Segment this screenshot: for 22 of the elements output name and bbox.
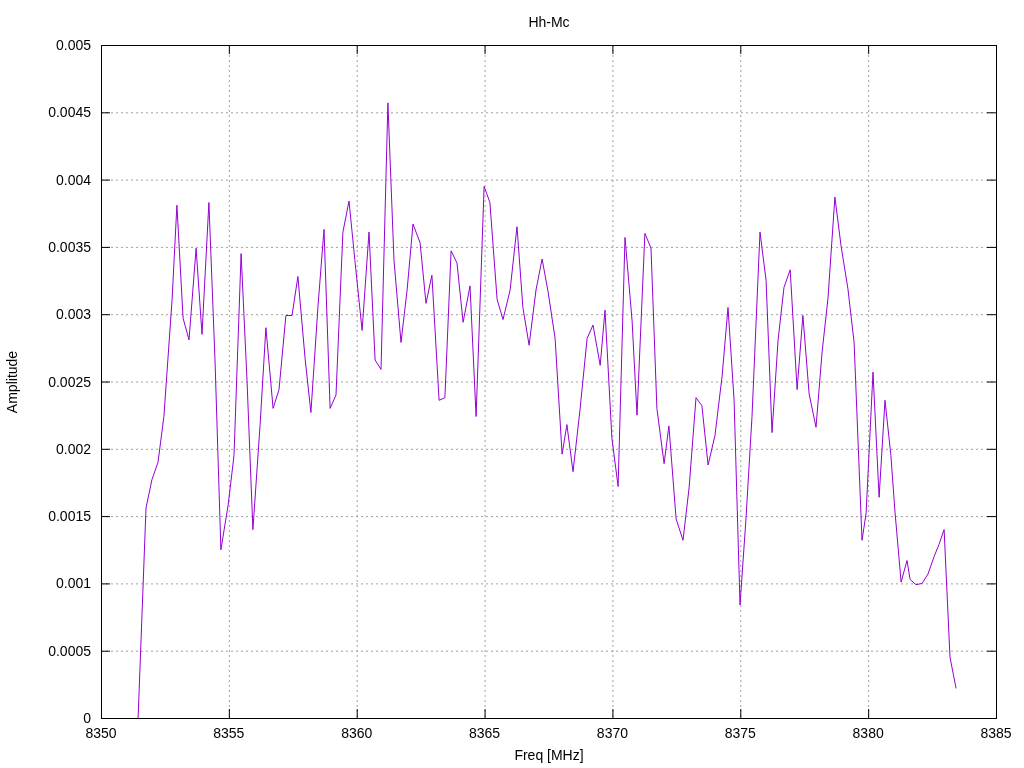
y-tick-label: 0.0005 [48,642,91,659]
chart-title: Hh-Mc [528,14,570,30]
y-tick-label: 0.004 [55,171,91,188]
x-tick-label: 8365 [469,725,501,741]
y-axis-label: Amplitude [4,350,20,414]
x-tick-label: 8380 [852,725,884,741]
x-tick-label: 8385 [980,725,1012,741]
x-tick-label: 8350 [85,725,117,741]
x-axis-label: Freq [MHz] [514,747,584,763]
y-tick-label: 0.0025 [48,373,91,390]
x-tick-label: 8360 [341,725,373,741]
x-tick-label: 8355 [213,725,245,741]
y-tick-label: 0.0015 [48,508,91,525]
x-tick-label: 8370 [596,725,628,741]
y-tick-label: 0.005 [55,37,91,53]
x-tick-label: 8375 [724,725,756,741]
y-tick-label: 0.003 [55,306,91,323]
y-tick-label: 0.002 [55,440,91,457]
y-tick-label: 0 [83,710,91,726]
y-tick-label: 0.0045 [48,104,91,121]
y-tick-label: 0.001 [55,575,91,592]
y-tick-label: 0.0035 [48,238,91,255]
